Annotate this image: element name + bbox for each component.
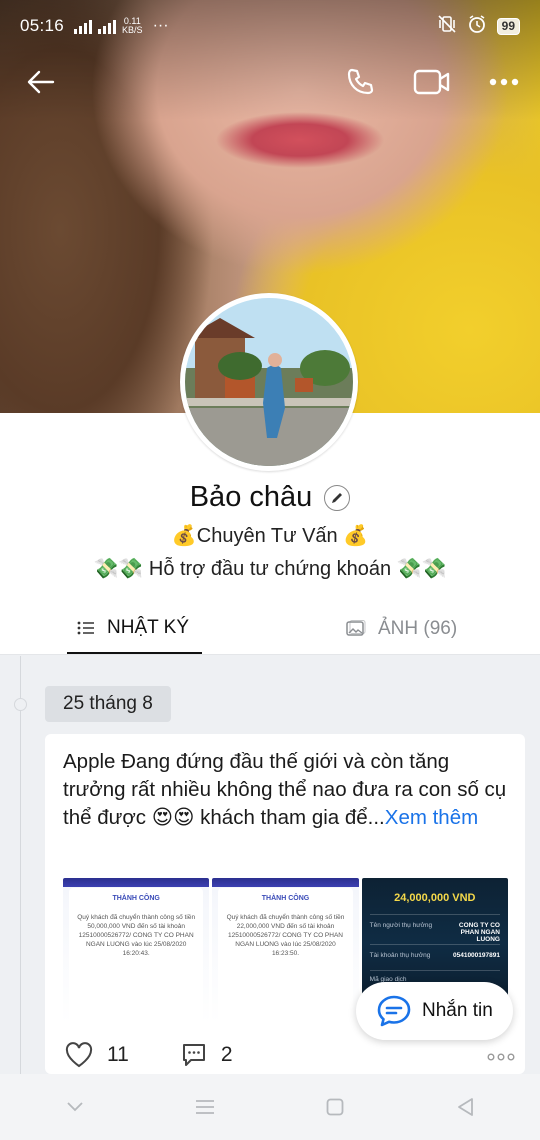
- tab-journal[interactable]: NHẬT KÝ: [67, 603, 202, 654]
- receipt-title: THÀNH CÔNG: [112, 895, 160, 902]
- comment-icon: [182, 1044, 205, 1066]
- chevron-down-icon: [67, 1102, 83, 1112]
- timeline-dot: [14, 698, 27, 711]
- nav-back-button[interactable]: [445, 1087, 485, 1127]
- vibrate-icon: [437, 14, 457, 39]
- divider: [369, 944, 500, 945]
- list-icon: [77, 621, 94, 634]
- top-bar: [0, 58, 540, 108]
- arrow-left-icon: [27, 70, 55, 94]
- tab-photos-label: ẢNH (96): [378, 617, 458, 639]
- comment-button[interactable]: 2: [181, 1042, 233, 1068]
- nav-collapse-button[interactable]: [55, 1087, 95, 1127]
- avatar-photo: [185, 298, 353, 466]
- heart-icon: [65, 1042, 93, 1068]
- more-dots-icon: [489, 78, 519, 86]
- status-bar: 05:16 0.11 KB/S ··· 99: [0, 0, 540, 52]
- row-value: 0541000197891: [452, 952, 500, 959]
- receipt-card: THÀNH CÔNG Quý khách đã chuyển thành côn…: [218, 888, 353, 1024]
- back-triangle-icon: [458, 1098, 473, 1116]
- pencil-icon: [332, 492, 343, 503]
- image-icon: [346, 619, 366, 636]
- more-dots-icon: [487, 1053, 515, 1061]
- like-count: 11: [107, 1043, 129, 1066]
- bio-line-1: 💰Chuyên Tư Vấn 💰: [171, 525, 369, 547]
- nav-home-button[interactable]: [315, 1087, 355, 1127]
- nav-menu-button[interactable]: [185, 1087, 225, 1127]
- call-button[interactable]: [336, 58, 384, 106]
- battery-indicator: 99: [496, 17, 520, 35]
- home-square-icon: [326, 1098, 344, 1116]
- message-button[interactable]: Nhắn tin: [356, 982, 513, 1040]
- date-label: 25 tháng 8: [45, 686, 171, 722]
- profile-avatar[interactable]: [180, 293, 358, 471]
- bio-line-2: 💸💸 Hỗ trợ đầu tư chứng khoán 💸💸: [93, 558, 447, 580]
- divider: [369, 914, 500, 915]
- phone-icon: [347, 68, 374, 95]
- network-speed: 0.11 KB/S: [122, 17, 143, 35]
- post-image-1[interactable]: THÀNH CÔNG Quý khách đã chuyển thành côn…: [63, 878, 210, 1024]
- name-row: Bảo châu: [0, 481, 540, 514]
- post-image-2[interactable]: THÀNH CÔNG Quý khách đã chuyển thành côn…: [212, 878, 359, 1024]
- alarm-icon: [467, 14, 487, 39]
- receipt-text: Quý khách đã chuyển thành công số tiền 5…: [77, 914, 196, 957]
- receipt-title: THÀNH CÔNG: [261, 895, 310, 902]
- transfer-amount: 24,000,000 VND: [394, 892, 476, 904]
- divider: [369, 970, 500, 971]
- post-more-button[interactable]: [487, 1043, 515, 1067]
- edit-name-button[interactable]: [324, 484, 351, 511]
- comment-count: 2: [220, 1043, 233, 1066]
- menu-icon: [196, 1100, 214, 1114]
- message-button-label: Nhắn tin: [422, 1000, 493, 1021]
- profile-tabs: NHẬT KÝ ẢNH (96): [0, 603, 540, 655]
- timeline-line: [20, 656, 21, 1074]
- row-value: CONG TY CO PHAN NGAN LUONG: [458, 922, 500, 943]
- row-label: Tài khoản thụ hưởng: [369, 952, 431, 959]
- network-speed-unit: KB/S: [122, 25, 143, 35]
- tab-photos[interactable]: ẢNH (96): [346, 603, 457, 654]
- status-time: 05:16: [20, 16, 65, 35]
- see-more-link[interactable]: Xem thêm: [385, 806, 478, 829]
- post-text[interactable]: Apple Đang đứng đầu thế giới và còn tăng…: [63, 748, 513, 832]
- receipt-card: THÀNH CÔNG Quý khách đã chuyển thành côn…: [69, 888, 204, 1024]
- like-button[interactable]: 11: [65, 1042, 129, 1068]
- system-nav-bar: [0, 1074, 540, 1140]
- receipt-text: Quý khách đã chuyển thành công số tiền 2…: [226, 914, 345, 957]
- post-stats: 11 2: [65, 1040, 515, 1070]
- cell-signal-icon: [74, 18, 93, 34]
- profile-name: Bảo châu: [189, 481, 313, 513]
- more-options-button[interactable]: [480, 58, 528, 106]
- back-button[interactable]: [17, 58, 65, 106]
- tab-journal-label: NHẬT KÝ: [107, 616, 190, 638]
- chat-bubble-icon: [377, 995, 411, 1027]
- more-notifications-icon: ···: [152, 17, 169, 34]
- video-camera-icon: [413, 69, 450, 95]
- video-call-button[interactable]: [408, 58, 456, 106]
- cell-signal-icon-2: [98, 18, 117, 34]
- row-label: Tên người thụ hưởng: [369, 922, 433, 929]
